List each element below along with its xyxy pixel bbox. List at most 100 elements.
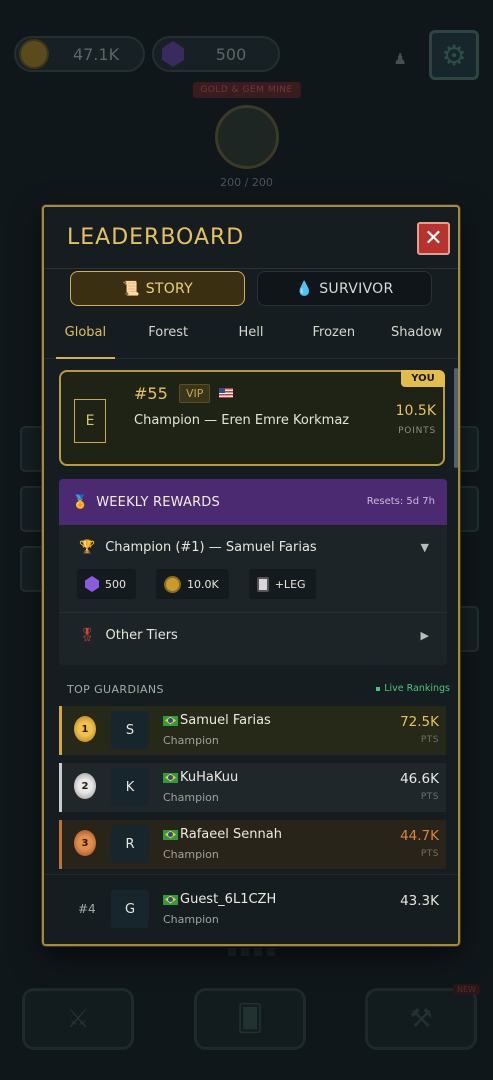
your-score-unit: POINTS <box>398 426 436 436</box>
weekly-rewards-title: WEEKLY REWARDS <box>96 494 220 510</box>
nav-forge-button[interactable]: ⚒ <box>365 988 477 1050</box>
player-score: 43.3K <box>400 893 439 909</box>
player-score-unit: PTS <box>420 792 439 802</box>
medal-icon: 🏅 <box>72 494 89 510</box>
scrollbar[interactable] <box>454 368 458 468</box>
tab-forest[interactable]: Forest <box>127 311 210 358</box>
your-rank: #55 <box>134 384 168 403</box>
player-title: Champion <box>163 848 219 861</box>
gem-counter[interactable]: 500 <box>152 36 280 72</box>
tab-story-label: STORY <box>145 280 194 297</box>
weekly-rewards-header: 🏅 WEEKLY REWARDS Resets: 5d 7h <box>59 479 447 525</box>
bottom-nav: ⚔ 🂠 ⚒ NEW <box>22 984 480 1054</box>
new-badge: NEW <box>453 984 480 995</box>
card-icon <box>256 576 269 592</box>
blood-drop-icon: 💧 <box>295 280 314 297</box>
gear-icon: ⚙ <box>441 38 467 72</box>
player-name-text: Rafaeel Sennah <box>180 827 282 842</box>
tab-story[interactable]: 📜 STORY <box>70 271 245 306</box>
your-rank-card[interactable]: YOU E #55 VIP Champion — Eren Emre Korkm… <box>59 370 445 466</box>
tab-survivor[interactable]: 💧 SURVIVOR <box>257 271 432 306</box>
page-dots <box>228 948 275 956</box>
mine-button[interactable] <box>214 105 279 169</box>
reward-gems-amount: 500 <box>105 577 126 591</box>
tab-shadow[interactable]: Shadow <box>375 311 458 358</box>
gem-icon <box>85 576 99 592</box>
player-score-unit: PTS <box>420 735 439 745</box>
mode-tabs: 📜 STORY 💧 SURVIVOR <box>70 271 432 307</box>
player-name-text: Guest_6L1CZH <box>180 892 277 907</box>
reward-gems: 500 <box>77 569 136 599</box>
weekly-rewards-panel: 🏅 WEEKLY REWARDS Resets: 5d 7h 🏆 Champio… <box>59 479 447 665</box>
player-score: 46.6K <box>400 771 439 787</box>
table-row[interactable]: #4 G Guest_6L1CZH Champion 43.3K <box>59 885 446 934</box>
nav-cards-button[interactable]: 🂠 <box>194 988 306 1050</box>
close-icon: ✕ <box>424 225 443 251</box>
reset-timer: Resets: 5d 7h <box>366 496 435 507</box>
table-row[interactable]: 2 K KuHaKuu Champion 46.6K PTS <box>59 763 446 812</box>
player-name: Guest_6L1CZH <box>163 892 276 907</box>
close-button[interactable]: ✕ <box>417 222 450 255</box>
cards-icon: 🂠 <box>236 1004 264 1034</box>
gold-coin-icon <box>19 39 49 69</box>
brazil-flag-icon <box>163 894 178 905</box>
your-name: Champion — Eren Emre Korkmaz <box>134 413 350 428</box>
gem-amount: 500 <box>215 44 247 64</box>
reward-chips: 500 10.0K +LEG <box>59 569 447 612</box>
chevron-down-icon: ▼ <box>420 540 429 554</box>
avatar: S <box>111 711 149 749</box>
gold-amount: 47.1K <box>72 44 120 64</box>
player-title: Champion <box>163 791 219 804</box>
mine-banner: GOLD & GEM MINE <box>192 82 301 98</box>
champion-tier-row[interactable]: 🏆 Champion (#1) — Samuel Farias ▼ <box>59 525 447 569</box>
player-list: 1 S Samuel Farias Champion 72.5K PTS 2 K… <box>59 706 446 877</box>
reward-gold: 10.0K <box>156 569 229 599</box>
table-row[interactable]: 1 S Samuel Farias Champion 72.5K PTS <box>59 706 446 755</box>
brazil-flag-icon <box>163 715 178 726</box>
live-dot-icon <box>376 686 381 691</box>
avatar: R <box>111 825 149 863</box>
leaderboard-modal: LEADERBOARD ✕ 📜 STORY 💧 SURVIVOR Global … <box>42 205 460 946</box>
region-tabs: Global Forest Hell Frozen Shadow <box>44 311 458 359</box>
gold-counter[interactable]: 47.1K <box>14 36 145 72</box>
rank-number: #4 <box>78 902 96 916</box>
coin-icon <box>164 575 181 593</box>
player-score: 72.5K <box>400 714 439 730</box>
player-title: Champion <box>163 913 219 926</box>
settings-button[interactable]: ⚙ <box>429 30 479 80</box>
leaderboard-scroll[interactable]: YOU E #55 VIP Champion — Eren Emre Korkm… <box>44 360 458 944</box>
reward-card: +LEG <box>248 569 316 599</box>
your-score: 10.5K <box>395 403 436 419</box>
scroll-icon: 📜 <box>121 280 140 297</box>
you-badge: YOU <box>401 370 445 387</box>
avatar: E <box>74 399 106 443</box>
table-row[interactable]: 3 R Rafaeel Sennah Champion 44.7K PTS <box>59 820 446 869</box>
bronze-medal-icon: 3 <box>74 830 96 856</box>
tab-survivor-label: SURVIVOR <box>319 280 394 297</box>
live-rankings-label: Live Rankings <box>384 683 450 694</box>
player-name-text: Samuel Farias <box>180 713 271 728</box>
avatar: K <box>111 768 149 806</box>
brazil-flag-icon <box>163 829 178 840</box>
player-score: 44.7K <box>400 828 439 844</box>
nav-battle-button[interactable]: ⚔ <box>22 988 134 1050</box>
player-title: Champion <box>163 734 219 747</box>
gold-medal-icon: 1 <box>74 716 96 742</box>
player-name: Samuel Farias <box>163 713 271 728</box>
shop-icon[interactable]: ♟ <box>394 50 407 68</box>
other-tiers-row[interactable]: 🎖 Other Tiers ▶ <box>59 613 447 657</box>
top-guardians-heading: TOP GUARDIANS <box>67 683 164 696</box>
silver-medal-icon: 2 <box>74 773 96 799</box>
brazil-flag-icon <box>163 772 178 783</box>
avatar: G <box>111 890 149 928</box>
gem-icon <box>162 41 184 67</box>
live-rankings-indicator: Live Rankings <box>376 683 450 694</box>
tab-frozen[interactable]: Frozen <box>292 311 375 358</box>
page-title: LEADERBOARD <box>67 225 245 250</box>
tab-global[interactable]: Global <box>44 311 127 359</box>
modal-header: LEADERBOARD ✕ <box>44 207 458 269</box>
tab-hell[interactable]: Hell <box>210 311 293 358</box>
reward-card-label: +LEG <box>274 577 306 591</box>
sword-icon: ⚔ <box>66 1004 90 1034</box>
reward-gold-amount: 10.0K <box>187 577 219 591</box>
